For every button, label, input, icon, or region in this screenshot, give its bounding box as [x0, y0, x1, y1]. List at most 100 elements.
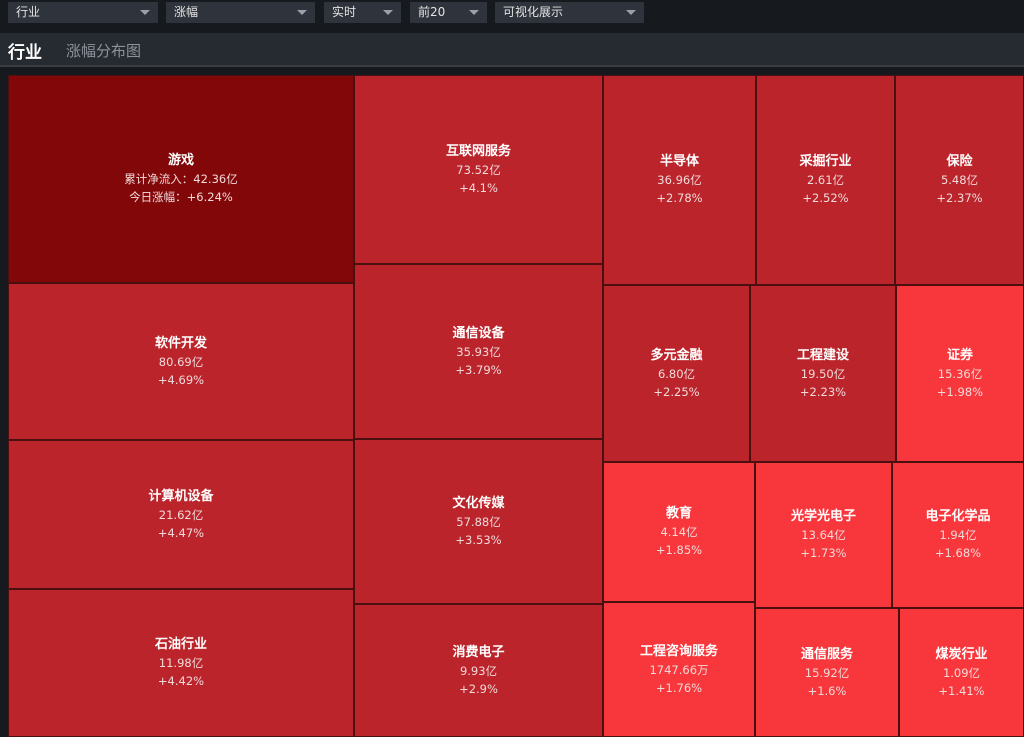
tile-name: 保险 — [946, 154, 973, 169]
top-n-select[interactable]: 前20 — [410, 2, 487, 23]
tile-name: 工程建设 — [796, 347, 849, 363]
tile-name: 通信设备 — [452, 325, 505, 341]
treemap-tile[interactable]: 互联网服务 73.52亿 +4.1% — [354, 75, 603, 264]
treemap-tile[interactable]: 电子化学品 1.94亿 +1.68% — [892, 462, 1024, 608]
tile-net-inflow: 15.36亿 — [937, 366, 983, 381]
tile-net-inflow: 13.64亿 — [801, 528, 846, 542]
chevron-down-icon — [383, 10, 393, 15]
tile-name: 采掘行业 — [799, 154, 852, 169]
tile-change: +1.73% — [800, 546, 847, 560]
tile-name: 计算机设备 — [148, 488, 214, 504]
tile-name: 通信服务 — [800, 646, 853, 662]
tile-net-inflow: 4.14亿 — [660, 525, 698, 539]
treemap-tile[interactable]: 工程建设 19.50亿 +2.23% — [750, 285, 896, 462]
metric-select-value: 涨幅 — [174, 5, 199, 19]
treemap-tile[interactable]: 光学光电子 13.64亿 +1.73% — [755, 462, 892, 608]
tile-net-inflow: 80.69亿 — [158, 354, 204, 369]
tile-change: +2.25% — [653, 384, 700, 399]
tile-net-inflow: 5.48亿 — [940, 173, 979, 187]
period-select-value: 实时 — [332, 5, 357, 19]
tile-change: 今日涨幅：+6.24% — [129, 190, 233, 204]
tile-name: 石油行业 — [154, 637, 207, 652]
treemap-tile[interactable]: 通信设备 35.93亿 +3.79% — [354, 264, 603, 439]
tile-change: +1.85% — [655, 543, 703, 557]
tile-change: +2.52% — [802, 191, 849, 205]
tile-name: 工程咨询服务 — [639, 643, 718, 659]
tile-name: 多元金融 — [650, 347, 703, 363]
treemap-tile[interactable]: 教育 4.14亿 +1.85% — [603, 462, 755, 602]
title-bar: 行业 涨幅分布图 — [0, 33, 1024, 67]
treemap-tile[interactable]: 文化传媒 57.88亿 +3.53% — [354, 439, 603, 604]
tile-change: +4.1% — [459, 180, 498, 195]
tile-name: 证券 — [946, 347, 973, 363]
display-mode-select-value: 可视化展示 — [503, 5, 564, 19]
tile-change: +3.53% — [455, 532, 502, 547]
tile-net-inflow: 1.94亿 — [939, 528, 977, 542]
treemap-tile[interactable]: 工程咨询服务 1747.66万 +1.76% — [603, 602, 755, 737]
treemap-tile[interactable]: 计算机设备 21.62亿 +4.47% — [8, 440, 354, 589]
tile-net-inflow: 1.09亿 — [942, 665, 981, 680]
chevron-down-icon — [297, 10, 307, 15]
tile-name: 电子化学品 — [925, 509, 991, 524]
treemap: 游戏 累计净流入：42.36亿 今日涨幅：+6.24% 互联网服务 73.52亿… — [0, 67, 1024, 737]
industry-select-value: 行业 — [16, 5, 41, 19]
tile-change: +4.42% — [157, 674, 205, 688]
tile-name: 光学光电子 — [790, 509, 856, 524]
tile-net-inflow: 15.92亿 — [804, 665, 850, 680]
tile-change: +3.79% — [455, 362, 502, 377]
treemap-tile[interactable]: 保险 5.48亿 +2.37% — [895, 75, 1024, 285]
treemap-tile[interactable]: 证券 15.36亿 +1.98% — [896, 285, 1024, 462]
tile-change: +1.76% — [655, 680, 703, 695]
tile-change: +4.47% — [157, 525, 205, 540]
tile-change: +1.98% — [936, 384, 984, 399]
tile-net-inflow: 57.88亿 — [456, 514, 501, 529]
tile-change: +1.68% — [934, 546, 982, 560]
tile-change: +2.23% — [799, 384, 847, 399]
tile-name: 游戏 — [167, 153, 194, 168]
tile-net-inflow: 21.62亿 — [158, 507, 204, 522]
metric-select[interactable]: 涨幅 — [166, 2, 315, 23]
tile-name: 半导体 — [659, 154, 699, 169]
chevron-down-icon — [469, 10, 479, 15]
treemap-tile[interactable]: 消费电子 9.93亿 +2.9% — [354, 604, 603, 737]
treemap-tile[interactable]: 半导体 36.96亿 +2.78% — [603, 75, 756, 285]
top-n-select-value: 前20 — [418, 5, 446, 19]
page-subtitle: 涨幅分布图 — [66, 42, 142, 60]
chevron-down-icon — [140, 10, 150, 15]
treemap-tile[interactable]: 煤炭行业 1.09亿 +1.41% — [899, 608, 1024, 737]
tile-net-inflow: 73.52亿 — [456, 162, 501, 177]
tile-change: +4.69% — [157, 372, 205, 387]
tile-change: +2.78% — [656, 191, 703, 205]
treemap-tile[interactable]: 多元金融 6.80亿 +2.25% — [603, 285, 750, 462]
tile-net-inflow: 6.80亿 — [657, 366, 696, 381]
treemap-tile[interactable]: 通信服务 15.92亿 +1.6% — [755, 608, 899, 737]
tile-name: 教育 — [665, 506, 692, 521]
tile-net-inflow: 2.61亿 — [806, 173, 845, 187]
period-select[interactable]: 实时 — [324, 2, 401, 23]
tile-net-inflow: 9.93亿 — [459, 663, 498, 678]
tile-name: 互联网服务 — [445, 143, 511, 159]
tile-net-inflow: 累计净流入：42.36亿 — [124, 172, 238, 186]
filter-bar: 行业 涨幅 实时 前20 可视化展示 — [0, 0, 1024, 28]
tile-net-inflow: 11.98亿 — [158, 656, 204, 670]
tile-name: 消费电子 — [452, 644, 505, 660]
page-title: 行业 — [8, 43, 42, 63]
tile-net-inflow: 35.93亿 — [456, 344, 501, 359]
tile-change: +1.6% — [807, 683, 847, 698]
treemap-tile[interactable]: 采掘行业 2.61亿 +2.52% — [756, 75, 895, 285]
tile-change: +1.41% — [938, 683, 985, 698]
tile-change: +2.9% — [459, 681, 498, 696]
tile-name: 文化传媒 — [452, 495, 505, 511]
tile-name: 软件开发 — [154, 335, 207, 351]
industry-select[interactable]: 行业 — [8, 2, 158, 23]
treemap-tile[interactable]: 石油行业 11.98亿 +4.42% — [8, 589, 354, 737]
treemap-tile[interactable]: 软件开发 80.69亿 +4.69% — [8, 283, 354, 440]
tile-change: +2.37% — [936, 191, 983, 205]
tile-name: 煤炭行业 — [935, 646, 988, 662]
treemap-tile[interactable]: 游戏 累计净流入：42.36亿 今日涨幅：+6.24% — [8, 75, 354, 283]
tile-net-inflow: 36.96亿 — [657, 173, 702, 187]
tile-net-inflow: 1747.66万 — [649, 662, 709, 677]
tile-net-inflow: 19.50亿 — [800, 366, 846, 381]
chevron-down-icon — [626, 10, 636, 15]
display-mode-select[interactable]: 可视化展示 — [495, 2, 644, 23]
